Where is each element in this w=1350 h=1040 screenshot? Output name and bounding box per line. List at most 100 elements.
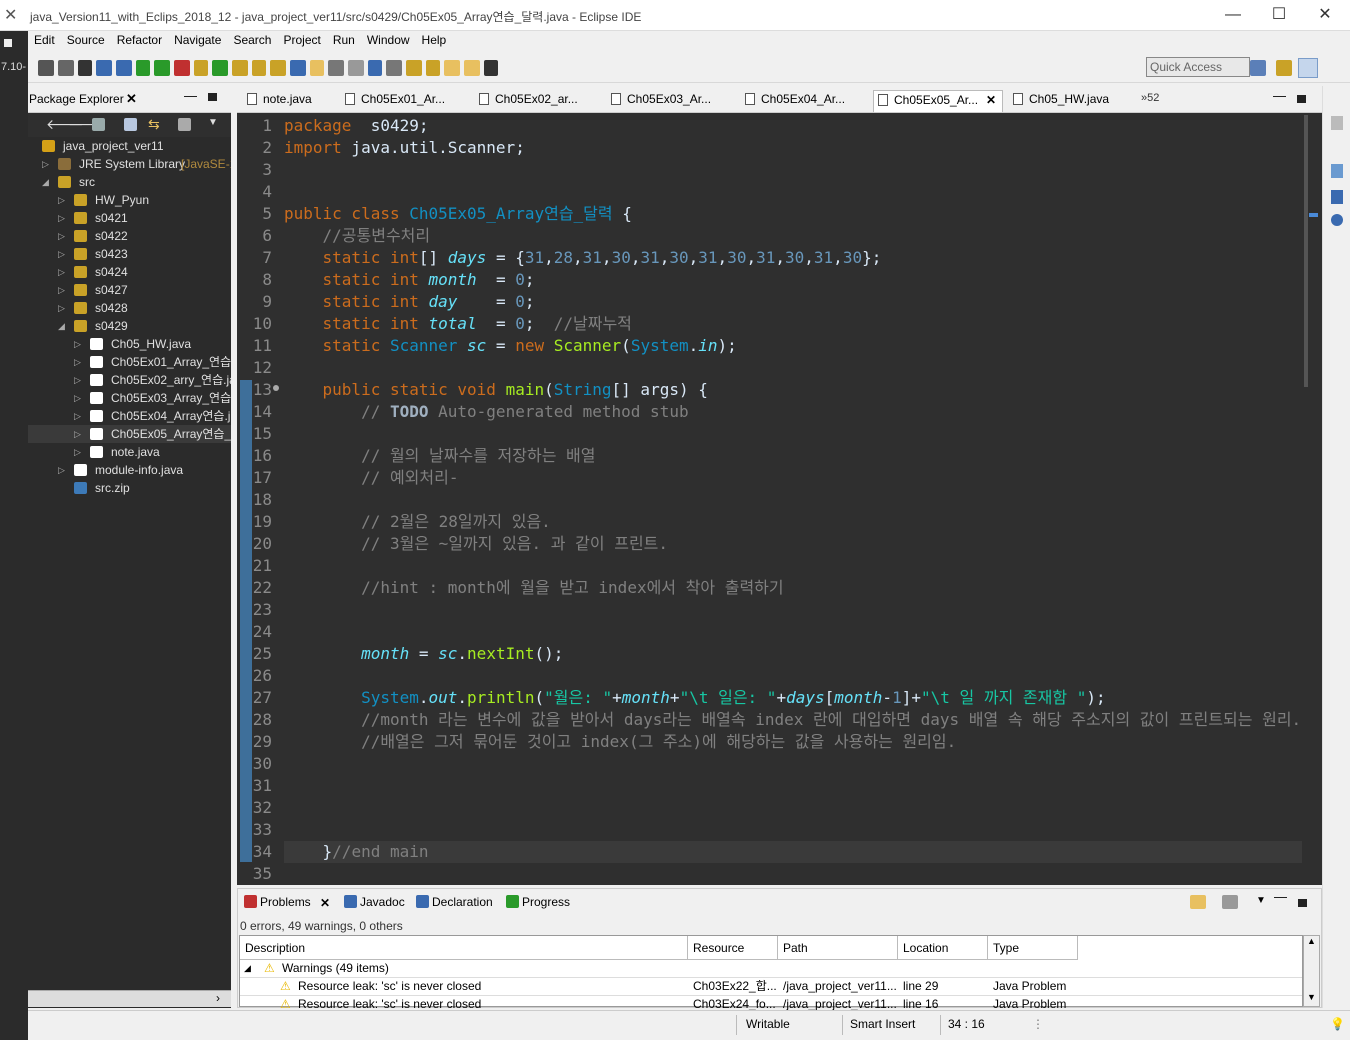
toolbar-tool-icon[interactable] xyxy=(194,60,208,76)
warnings-group-row[interactable]: ◢ ⚠ Warnings (49 items) xyxy=(240,960,1302,978)
column-header[interactable]: Location xyxy=(898,936,988,960)
tree-item[interactable]: ◢ src xyxy=(28,173,231,191)
maximize-button[interactable]: ☐ xyxy=(1256,0,1302,30)
toolbar-tool-icon[interactable] xyxy=(212,60,228,76)
tree-item[interactable]: ▷ s0422 xyxy=(28,227,231,245)
toolbar-tool-icon[interactable] xyxy=(426,60,440,76)
expand-arrow-icon[interactable]: ◢ xyxy=(58,317,68,335)
toolbar-tool-icon[interactable] xyxy=(270,60,286,76)
minimize-icon[interactable] xyxy=(4,39,12,47)
toolbar-tool-icon[interactable] xyxy=(328,60,344,76)
toolbar-tool-icon[interactable] xyxy=(252,60,266,76)
tree-item[interactable]: ▷ Ch05Ex04_Array연습.java xyxy=(28,407,231,425)
link-with-editor-icon[interactable]: ⇆ xyxy=(148,116,160,133)
expand-arrow-icon[interactable]: ▷ xyxy=(74,425,84,443)
menu-project[interactable]: Project xyxy=(277,31,326,49)
expand-arrow-icon[interactable]: ▷ xyxy=(58,227,68,245)
expand-arrow-icon[interactable]: ▷ xyxy=(58,299,68,317)
menu-navigate[interactable]: Navigate xyxy=(168,31,227,49)
perspective-active-icon[interactable] xyxy=(1298,58,1318,78)
toolbar-tool-icon[interactable] xyxy=(348,60,364,76)
hierarchy-icon[interactable] xyxy=(1331,190,1343,204)
bottom-tab-problems[interactable]: Problems xyxy=(242,895,311,909)
close-tab-icon[interactable]: ✕ xyxy=(986,91,996,109)
scroll-up-icon[interactable]: ▲ xyxy=(1307,936,1316,946)
expand-arrow-icon[interactable]: ▷ xyxy=(58,461,68,479)
code-content[interactable]: 1 package s0429; 2 import java.util.Scanner… xyxy=(253,115,1304,885)
menu-help[interactable]: Help xyxy=(416,31,453,49)
menu-run[interactable]: Run xyxy=(327,31,361,49)
tip-lightbulb-icon[interactable]: 💡 xyxy=(1330,1017,1345,1031)
status-more-icon[interactable]: ⋮ xyxy=(1032,1017,1044,1031)
tree-item[interactable]: ◢ s0429 xyxy=(28,317,231,335)
bottom-tab-progress[interactable]: Progress xyxy=(504,895,570,909)
expand-arrow-icon[interactable]: ▷ xyxy=(74,389,84,407)
menu-edit[interactable]: Edit xyxy=(28,31,61,49)
editor-tab[interactable]: Ch05Ex04_Ar... xyxy=(741,90,865,112)
help-icon[interactable] xyxy=(1331,214,1343,226)
maximize-view-icon[interactable] xyxy=(208,93,217,101)
expand-arrow-icon[interactable]: ▷ xyxy=(74,335,84,353)
tree-item[interactable]: ▷ s0423 xyxy=(28,245,231,263)
tree-item[interactable]: ▷ HW_Pyun xyxy=(28,191,231,209)
editor-scrollbar[interactable] xyxy=(1304,115,1308,387)
tree-item[interactable]: ▷ Ch05Ex05_Array연습_달력 xyxy=(28,425,231,443)
expand-arrow-icon[interactable]: ◢ xyxy=(244,960,251,977)
toolbar-tool-icon[interactable] xyxy=(368,60,382,76)
tree-item[interactable]: ▷ s0421 xyxy=(28,209,231,227)
toolbar-tool-icon[interactable] xyxy=(290,60,306,76)
expand-arrow-icon[interactable]: ▷ xyxy=(58,209,68,227)
bottom-tab-javadoc[interactable]: Javadoc xyxy=(342,895,405,909)
column-header[interactable]: Path xyxy=(778,936,898,960)
perspective-java-icon[interactable] xyxy=(1250,60,1266,76)
bottom-tab-declaration[interactable]: Declaration xyxy=(414,895,493,909)
toolbar-tool-icon[interactable] xyxy=(444,60,460,76)
toolbar-tool-icon[interactable] xyxy=(38,60,54,76)
filter-icon[interactable] xyxy=(178,118,191,131)
tree-item[interactable]: ▷ JRE System Library [JavaSE-11] xyxy=(28,155,231,173)
expand-arrow-icon[interactable]: ▷ xyxy=(58,263,68,281)
close-view-icon[interactable]: ✕ xyxy=(126,91,137,107)
expand-arrow-icon[interactable]: ▷ xyxy=(58,191,68,209)
minimize-editor-icon[interactable]: — xyxy=(1273,88,1286,103)
maximize-editor-icon[interactable] xyxy=(1297,95,1306,103)
toolbar-tool-icon[interactable] xyxy=(386,60,402,76)
scroll-right-icon[interactable]: › xyxy=(216,991,220,1005)
expand-arrow-icon[interactable]: ▷ xyxy=(42,155,52,173)
menu-window[interactable]: Window xyxy=(361,31,416,49)
tree-item[interactable]: ▷ note.java xyxy=(28,443,231,461)
toolbar-tool-icon[interactable] xyxy=(154,60,170,76)
scroll-down-icon[interactable]: ▼ xyxy=(1307,992,1316,1002)
package-explorer-title[interactable]: Package Explorer xyxy=(29,92,124,106)
editor-tab[interactable]: Ch05Ex05_Ar... ✕ xyxy=(873,90,1003,112)
collapse-all-icon[interactable] xyxy=(124,118,137,131)
toolbar-tool-icon[interactable] xyxy=(116,60,132,76)
outline-icon[interactable] xyxy=(1331,116,1343,130)
problems-scrollbar[interactable]: ▲ ▼ xyxy=(1303,935,1320,1007)
app-close-icon[interactable]: ✕ xyxy=(4,5,17,25)
minimize-problems-icon[interactable]: — xyxy=(1274,889,1287,904)
column-header[interactable]: Resource xyxy=(688,936,778,960)
close-problems-icon[interactable]: ✕ xyxy=(320,896,330,910)
expand-arrow-icon[interactable]: ◢ xyxy=(42,173,52,191)
toolbar-tool-icon[interactable] xyxy=(310,60,324,76)
editor-tab[interactable]: Ch05Ex03_Ar... xyxy=(607,90,731,112)
tree-item[interactable]: ▷ s0428 xyxy=(28,299,231,317)
tree-item[interactable]: ▷ Ch05Ex02_arry_연습.java xyxy=(28,371,231,389)
toolbar-tool-icon[interactable] xyxy=(136,60,150,76)
menu-source[interactable]: Source xyxy=(61,31,111,49)
toolbar-tool-icon[interactable] xyxy=(58,60,74,76)
expand-arrow-icon[interactable]: ▷ xyxy=(74,353,84,371)
focus-icon[interactable] xyxy=(1190,895,1206,909)
tree-item[interactable]: ▷ Ch05Ex03_Array_연습.jav xyxy=(28,389,231,407)
toolbar-tool-icon[interactable] xyxy=(484,60,498,76)
column-header[interactable]: Type xyxy=(988,936,1078,960)
expand-arrow-icon[interactable]: ▷ xyxy=(74,443,84,461)
horizontal-scrollbar[interactable]: › xyxy=(28,990,231,1007)
minimize-button[interactable]: — xyxy=(1210,0,1256,30)
toolbar-tool-icon[interactable] xyxy=(174,60,190,76)
menu-search[interactable]: Search xyxy=(227,31,277,49)
up-icon[interactable] xyxy=(92,118,105,131)
column-header[interactable]: Description xyxy=(240,936,688,960)
tree-item[interactable]: ▷ s0427 xyxy=(28,281,231,299)
